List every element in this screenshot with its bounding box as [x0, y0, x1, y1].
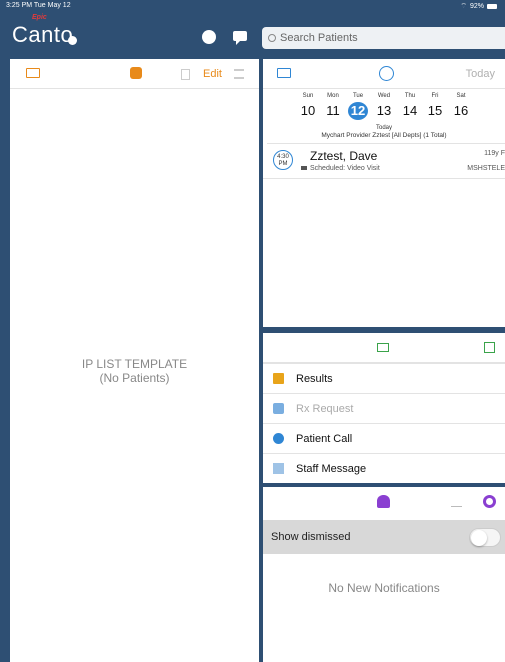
provider-summary: Mychart Provider Zztest [All Depts] (1 T… [321, 132, 447, 139]
divider [267, 143, 505, 144]
appointment-time-badge: 4:30 PM [273, 150, 293, 170]
list-empty-subtitle: (No Patients) [99, 371, 170, 385]
clock-icon[interactable] [379, 66, 394, 81]
chat-bubble-icon[interactable] [233, 31, 247, 45]
show-dismissed-toggle[interactable] [469, 528, 501, 547]
notifications-toolbar [263, 487, 505, 517]
status-time: 3:25 PM Tue May 12 [6, 2, 71, 9]
day-fri[interactable]: Fri 15 [424, 93, 446, 120]
checklist-icon[interactable] [451, 497, 462, 507]
day-wed[interactable]: Wed 13 [373, 93, 395, 120]
patient-name: Zztest, Dave [310, 149, 378, 163]
phone-icon [273, 433, 284, 444]
inbox-item-staff-message[interactable]: Staff Message [263, 453, 505, 483]
day-sat[interactable]: Sat 16 [450, 93, 472, 120]
folder-icon[interactable] [277, 68, 291, 78]
notifications-panel: Show dismissed No New Notifications [263, 487, 505, 662]
inbox-item-results[interactable]: Results [263, 363, 505, 393]
patient-age-sex: 119y F [484, 150, 505, 157]
day-mon[interactable]: Mon 11 [322, 93, 344, 120]
results-icon [273, 373, 284, 384]
appointment-status: Scheduled: Video Visit [301, 165, 380, 172]
patient-search-bar[interactable] [262, 27, 505, 49]
today-caption: Today [375, 125, 392, 131]
empty-list-message: IP LIST TEMPLATE (No Patients) [10, 357, 259, 385]
show-dismissed-row: Show dismissed [263, 520, 505, 554]
app-menu-dot[interactable] [68, 36, 77, 45]
bell-icon[interactable] [377, 495, 390, 508]
inbox-toolbar [263, 333, 505, 363]
globe-icon[interactable] [202, 30, 216, 44]
inbox-item-rx-request[interactable]: Rx Request [263, 393, 505, 423]
battery-percent: 92% [469, 3, 484, 10]
inbox-panel: Results Rx Request Patient Call Staff Me… [263, 333, 505, 483]
compose-icon[interactable] [484, 342, 495, 353]
gear-icon[interactable] [483, 495, 496, 508]
app-name: Canto [12, 22, 74, 47]
filter-icon[interactable] [234, 69, 244, 79]
search-icon [268, 34, 276, 42]
schedule-panel: Today Sun 10 Mon 11 Tue 12 Wed 13 Thu 14 Fri 1… [263, 59, 505, 327]
day-tue[interactable]: Tue 12 [347, 93, 369, 120]
rx-icon [273, 403, 284, 414]
copy-icon[interactable] [181, 69, 190, 80]
list-template-title: IP LIST TEMPLATE [81, 357, 188, 371]
epic-logo: Epic [32, 14, 47, 21]
team-icon[interactable] [130, 67, 142, 79]
folder-icon[interactable] [26, 68, 40, 78]
day-sun[interactable]: Sun 10 [297, 93, 319, 120]
today-button[interactable]: Today [466, 68, 495, 80]
patient-list-toolbar: Edit [10, 59, 259, 89]
envelope-icon [273, 463, 284, 474]
toggle-knob [471, 530, 487, 546]
schedule-toolbar: Today [263, 59, 505, 89]
wifi-icon: ⌔ [460, 3, 467, 10]
department: MSHSTELE [467, 165, 505, 172]
show-dismissed-label: Show dismissed [271, 531, 351, 543]
no-notifications-message: No New Notifications [328, 581, 440, 595]
day-thu[interactable]: Thu 14 [399, 93, 421, 120]
inbox-item-patient-call[interactable]: Patient Call [263, 423, 505, 453]
video-camera-icon [301, 166, 307, 171]
battery-icon [487, 4, 497, 9]
mail-icon[interactable] [377, 343, 389, 352]
appointment-row[interactable]: 4:30 PM Zztest, Dave Scheduled: Video Vi… [263, 147, 505, 179]
status-bar: 3:25 PM Tue May 12 ⌔ 92% [0, 0, 505, 12]
battery-indicator: ⌔ 92% [460, 2, 497, 11]
search-input[interactable] [280, 32, 480, 44]
patient-list-panel: Edit IP LIST TEMPLATE (No Patients) [10, 59, 259, 662]
edit-button[interactable]: Edit [203, 68, 222, 80]
